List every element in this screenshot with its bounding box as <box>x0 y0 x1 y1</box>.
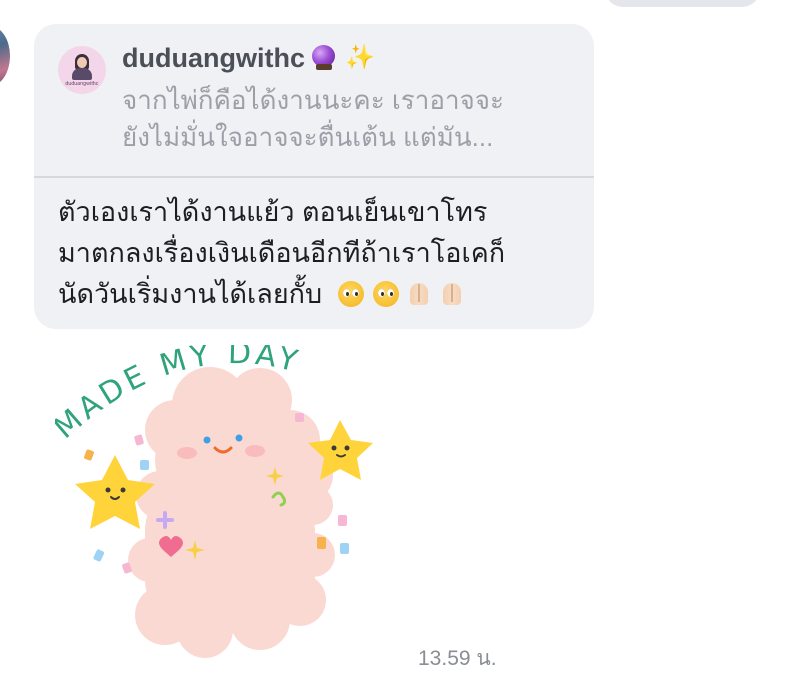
reply-preview-line: จากไพ่ก็คือได้งานนะคะ เราอาจจะ <box>122 85 504 115</box>
folded-hands-icon <box>440 281 464 307</box>
pleading-face-icon <box>372 281 399 307</box>
message-line: นัดวันเริ่มงานได้เลยกั้บ <box>58 279 323 309</box>
reply-preview-line: ยังไม่มั่นใจอาจจะตื่นเต้น แต่มัน... <box>122 122 494 152</box>
reply-name-row: duduangwithc ✨ <box>122 42 375 74</box>
previous-message-bubble[interactable] <box>605 0 760 7</box>
sparkles-icon: ✨ <box>344 44 375 71</box>
made-my-day-sticker[interactable]: MADE MY DAY <box>55 345 390 665</box>
bear-body <box>128 367 335 658</box>
message-bubble[interactable]: duduangwithc duduangwithc ✨ จากไพ่ก็คือไ… <box>34 24 594 329</box>
message-line: ตัวเองเราได้งานแย้ว ตอนเย็นเขาโทร <box>58 197 488 227</box>
pleading-face-icon <box>338 281 365 307</box>
reply-username: duduangwithc <box>122 42 305 73</box>
message-text: ตัวเองเราได้งานแย้ว ตอนเย็นเขาโทร มาตกลง… <box>58 192 578 315</box>
message-line: มาตกลงเรื่องเงินเดือนอีกทีถ้าเราโอเคก็ <box>58 238 506 268</box>
reply-preview[interactable]: duduangwithc duduangwithc ✨ จากไพ่ก็คือไ… <box>34 24 594 176</box>
message-line-last: นัดวันเริ่มงานได้เลยกั้บ <box>58 274 578 315</box>
reply-avatar-label: duduangwithc <box>65 81 99 87</box>
crystal-ball-icon <box>311 45 337 71</box>
reply-avatar: duduangwithc <box>58 46 106 94</box>
sender-avatar[interactable] <box>0 26 10 86</box>
folded-hands-icon <box>407 281 431 307</box>
chat-view: duduangwithc duduangwithc ✨ จากไพ่ก็คือไ… <box>0 0 806 699</box>
reply-divider <box>34 176 594 178</box>
message-timestamp: 13.59 น. <box>418 647 497 670</box>
reply-preview-text: จากไพ่ก็คือได้งานนะคะ เราอาจจะ ยังไม่มั่… <box>122 82 572 156</box>
